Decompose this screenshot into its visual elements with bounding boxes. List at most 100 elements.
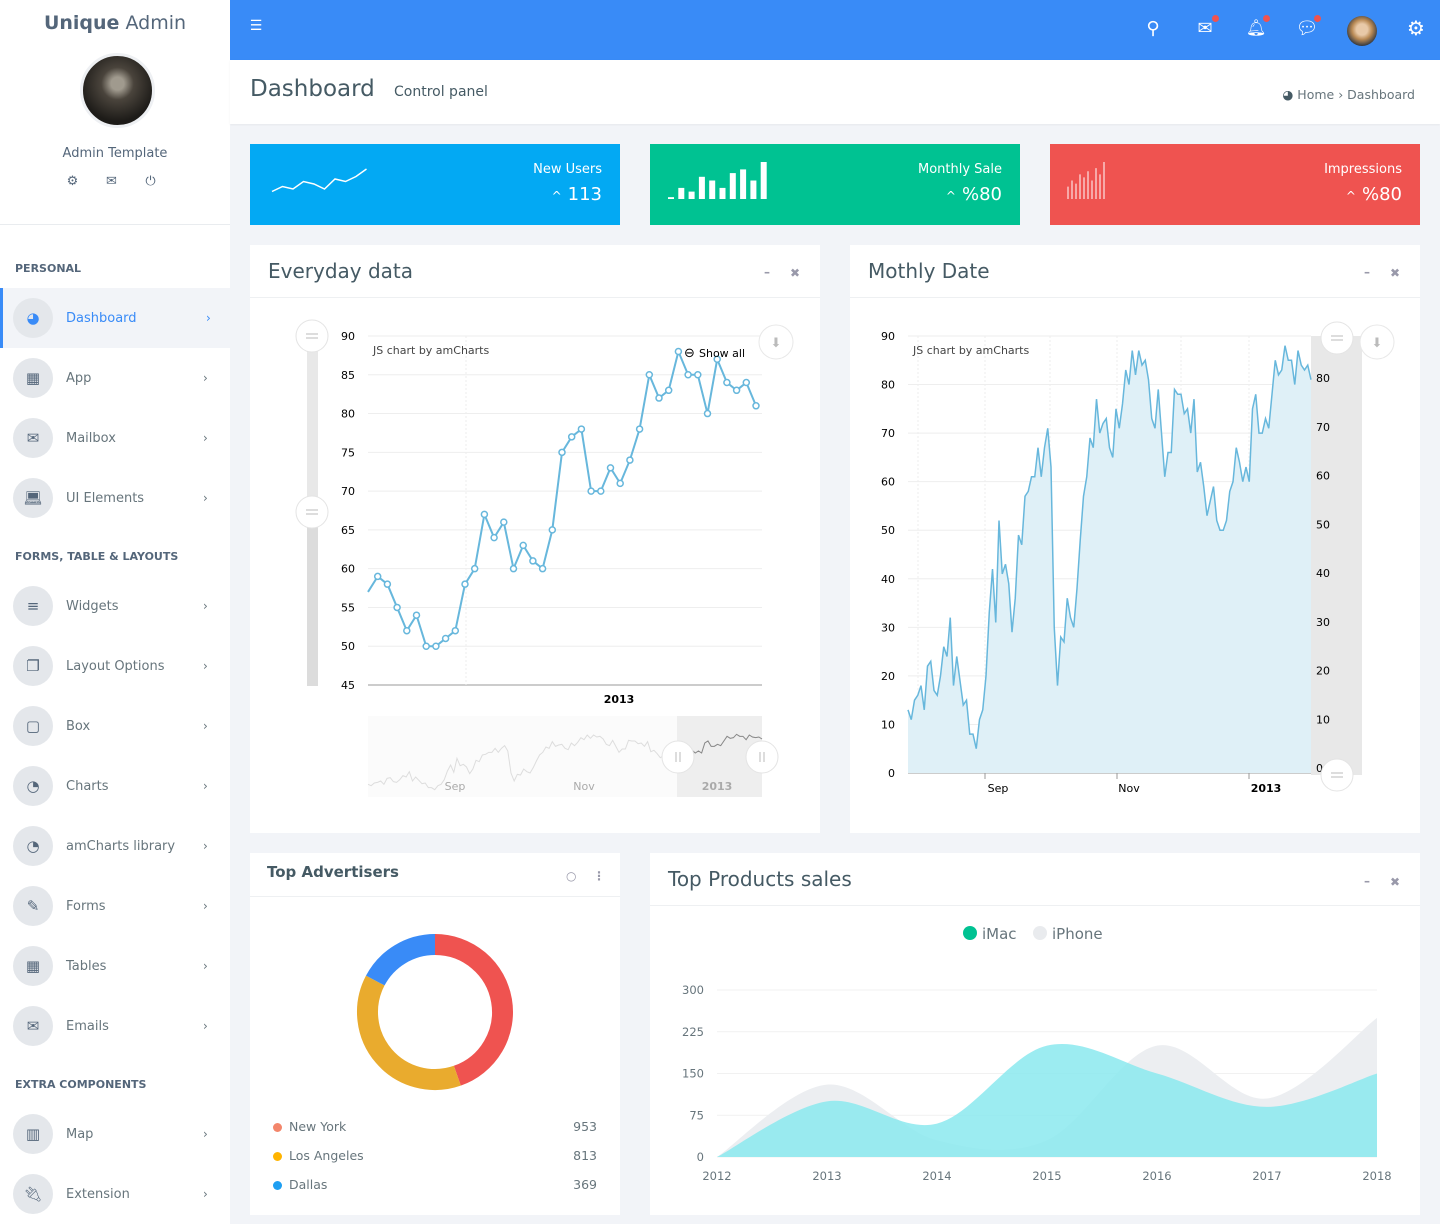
power-icon[interactable]: ⏻ — [144, 174, 157, 189]
monthly-chart[interactable]: 010203040506070809001020304050607080Sep N… — [850, 245, 1420, 833]
data-point — [577, 425, 586, 433]
arrow-up-icon: ^ — [945, 189, 956, 203]
sidebar-item-map[interactable]: ▥ Map › — [0, 1104, 230, 1164]
sidebar-menu: PERSONAL ◕ Dashboard › ▦ App › ✉ Mailbox › 💻︎ UI El… — [0, 224, 230, 1224]
profile-avatar[interactable] — [1347, 16, 1377, 46]
data-point — [548, 526, 557, 534]
data-point — [383, 580, 392, 588]
y-tick-label: 65 — [341, 524, 355, 537]
stat-label: New Users — [533, 162, 602, 177]
sparkline-line — [271, 168, 367, 193]
dashboard-icon: ◕ — [1282, 87, 1294, 102]
y-tick-label: 30 — [881, 621, 895, 634]
scroll-handle[interactable] — [295, 319, 329, 353]
sparkline-bar — [740, 169, 747, 199]
data-point — [626, 456, 634, 464]
brand-logo[interactable]: Unique Admin — [0, 12, 230, 34]
sidebar-item-app[interactable]: ▦ App › — [0, 348, 230, 408]
zoom-out-icon: ⊖ — [684, 346, 695, 361]
sidebar-item-label: Dashboard — [66, 310, 137, 326]
scroll-handle[interactable] — [745, 740, 779, 774]
breadcrumb-home[interactable]: Home — [1297, 87, 1334, 102]
data-point — [752, 402, 760, 410]
data-point — [422, 642, 430, 650]
value-scrollbar[interactable] — [1311, 336, 1362, 775]
right-axis-label: 10 — [1316, 713, 1330, 726]
everyday-chart[interactable]: 45 50 55 60 65 70 75 80 85 90 2013 JS chart by amCh… — [250, 245, 820, 833]
data-point — [645, 371, 654, 379]
data-point — [597, 487, 605, 495]
settings-icon[interactable]: ⚙ — [1404, 16, 1428, 40]
show-all-button[interactable]: Show all — [699, 347, 745, 360]
data-point — [567, 433, 576, 441]
legend-value: 953 — [573, 1119, 597, 1134]
gear-icon[interactable]: ⚙ — [66, 174, 79, 189]
search-icon[interactable]: ⚲ — [1141, 18, 1165, 39]
sidebar-item-emails[interactable]: ✉ Emails › — [0, 996, 230, 1056]
data-point — [432, 642, 440, 650]
data-point — [742, 378, 751, 387]
sidebar-item-amcharts-library[interactable]: ◔ amCharts library › — [0, 816, 230, 876]
scroll-handle[interactable] — [295, 495, 329, 529]
chevron-right-icon: › — [203, 779, 208, 793]
scroll-handle[interactable] — [1320, 321, 1354, 355]
user-avatar[interactable] — [80, 53, 155, 128]
square-icon: ▢ — [13, 706, 53, 746]
series-area — [908, 345, 1311, 773]
x-tick-label: Nov — [1118, 782, 1140, 795]
pie-chart-icon: ◔ — [13, 826, 53, 866]
legend-value: 813 — [573, 1148, 597, 1163]
sidebar-item-box[interactable]: ▢ Box › — [0, 696, 230, 756]
legend-value: 369 — [573, 1177, 597, 1192]
data-point — [470, 564, 479, 573]
data-point — [606, 464, 615, 472]
sidebar-item-tables[interactable]: ▦ Tables › — [0, 936, 230, 996]
right-axis-label: 40 — [1316, 567, 1330, 580]
sidebar-item-charts[interactable]: ◔ Charts › — [0, 756, 230, 816]
page-subtitle: Control panel — [394, 84, 488, 100]
download-icon: ⬇ — [771, 336, 782, 351]
sidebar-item-dashboard[interactable]: ◕ Dashboard › — [0, 288, 230, 348]
sidebar-item-mailbox[interactable]: ✉ Mailbox › — [0, 408, 230, 468]
sparkline-bar — [709, 180, 716, 199]
sidebar-item-layout-options[interactable]: ❐ Layout Options › — [0, 636, 230, 696]
scroll-handle[interactable] — [1320, 758, 1354, 792]
sidebar-item-label: amCharts library — [66, 838, 176, 854]
amcharts-credit: JS chart by amCharts — [372, 344, 489, 357]
scroll-handle[interactable] — [661, 740, 695, 774]
breadcrumb-current: Dashboard — [1347, 87, 1415, 102]
sidebar-item-widgets[interactable]: ≡ Widgets › — [0, 576, 230, 636]
y-tick-label: 225 — [682, 1025, 704, 1039]
sidebar-item-forms[interactable]: ✎ Forms › — [0, 876, 230, 936]
chevron-right-icon: › — [203, 1127, 208, 1141]
donut-slice-los-angeles — [357, 975, 461, 1090]
monthly-date-panel: Mothly Date – ✖ 0 10 20 30 40 50 60 70 80 90 0 10 20… — [850, 245, 1420, 833]
download-button[interactable]: ⬇ — [758, 324, 794, 360]
data-point — [490, 533, 498, 542]
x-tick-label: 2013 — [812, 1169, 841, 1183]
sidebar-item-ui-elements[interactable]: 💻︎ UI Elements › — [0, 468, 230, 528]
download-button[interactable]: ⬇ — [1359, 324, 1395, 360]
y-tick-label: 10 — [881, 718, 895, 731]
mail-icon[interactable]: ✉ — [105, 174, 118, 189]
data-point — [373, 572, 382, 581]
legend-label: Los Angeles — [289, 1148, 364, 1163]
y-tick-label: 45 — [341, 679, 355, 692]
laptop-icon: 💻︎ — [13, 478, 53, 518]
y-tick-label: 150 — [682, 1067, 704, 1081]
y-tick-label: 80 — [341, 408, 355, 421]
data-point — [538, 564, 547, 573]
data-point — [684, 371, 692, 379]
scrollbar-label: 2013 — [702, 780, 733, 793]
stat-label: Impressions — [1324, 162, 1402, 177]
donut-slice-dallas — [365, 934, 436, 986]
everyday-data-panel: Everyday data – ✖ 45 50 55 60 65 70 75 80 85 90 20… — [250, 245, 820, 833]
value-scrollbar — [307, 336, 318, 512]
menu-toggle-icon[interactable]: ☰ — [244, 18, 268, 34]
sidebar-item-extension[interactable]: 🔌︎ Extension › — [0, 1164, 230, 1224]
data-point — [480, 510, 489, 519]
sidebar-item-label: Box — [66, 718, 91, 734]
data-point — [441, 634, 450, 643]
y-tick-label: 50 — [341, 640, 355, 653]
stat-label: Monthly Sale — [917, 162, 1002, 177]
